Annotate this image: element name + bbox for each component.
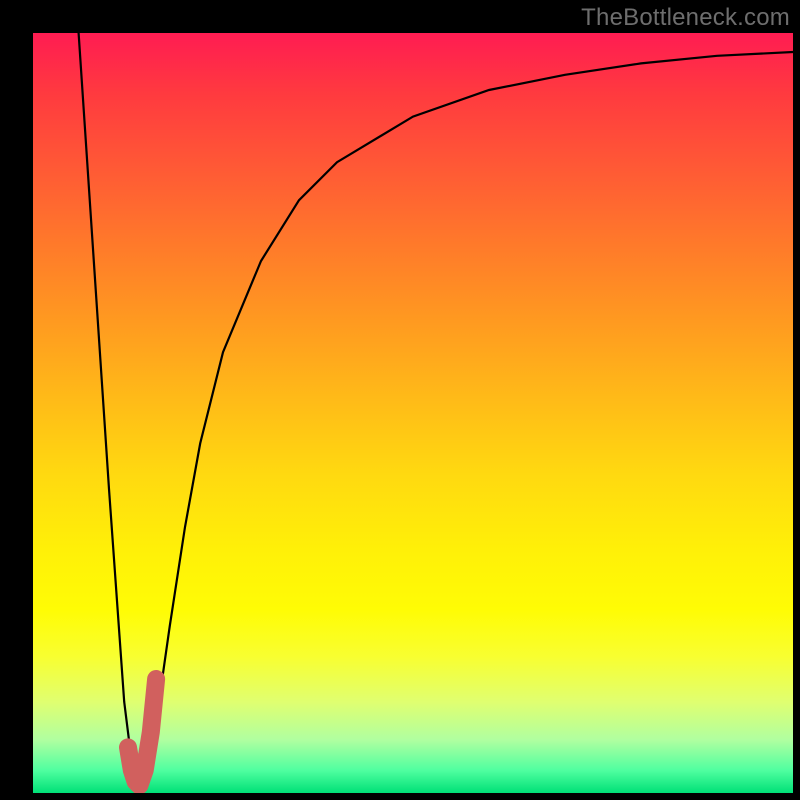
plot-area — [33, 33, 793, 793]
chart-svg — [33, 33, 793, 793]
chart-container: TheBottleneck.com — [0, 0, 800, 800]
watermark-text: TheBottleneck.com — [581, 4, 790, 32]
bottleneck-curve — [79, 33, 793, 785]
optimal-marker — [128, 679, 156, 785]
